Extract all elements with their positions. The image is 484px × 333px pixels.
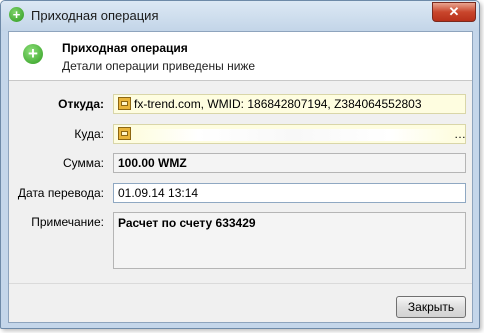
header-subtitle: Детали операции приведены ниже: [62, 59, 256, 73]
footer-divider: [9, 283, 472, 284]
header-title: Приходная операция: [62, 41, 188, 55]
window-close-button[interactable]: ✕: [432, 2, 476, 22]
to-label: Куда:: [74, 127, 104, 141]
date-label: Дата перевода:: [17, 186, 104, 200]
dialog-window: + Приходная операция ✕ + Приходная опера…: [0, 0, 480, 329]
date-field[interactable]: 01.09.14 13:14: [113, 183, 466, 203]
to-field[interactable]: …: [113, 124, 466, 144]
plus-circle-icon: +: [9, 7, 24, 22]
close-button[interactable]: Закрыть: [396, 296, 466, 318]
wallet-icon: [118, 97, 131, 111]
dialog-header: + Приходная операция Детали операции при…: [9, 32, 472, 81]
note-label: Примечание:: [31, 215, 104, 229]
title-bar[interactable]: + Приходная операция ✕: [1, 1, 479, 31]
from-label: Откуда:: [58, 97, 104, 111]
redacted-area: [134, 128, 454, 141]
plus-circle-icon: +: [23, 44, 43, 64]
amount-field[interactable]: 100.00 WMZ: [113, 153, 466, 173]
from-value: fx-trend.com, WMID: 186842807194, Z38406…: [134, 97, 422, 111]
to-value-suffix: …: [454, 127, 466, 141]
window-title: Приходная операция: [31, 8, 159, 23]
id-card-icon: [118, 127, 131, 141]
note-field[interactable]: Расчет по счету 633429: [113, 212, 466, 269]
amount-label: Сумма:: [62, 156, 104, 170]
from-field[interactable]: fx-trend.com, WMID: 186842807194, Z38406…: [113, 94, 466, 114]
dialog-body: + Приходная операция Детали операции при…: [8, 31, 473, 323]
